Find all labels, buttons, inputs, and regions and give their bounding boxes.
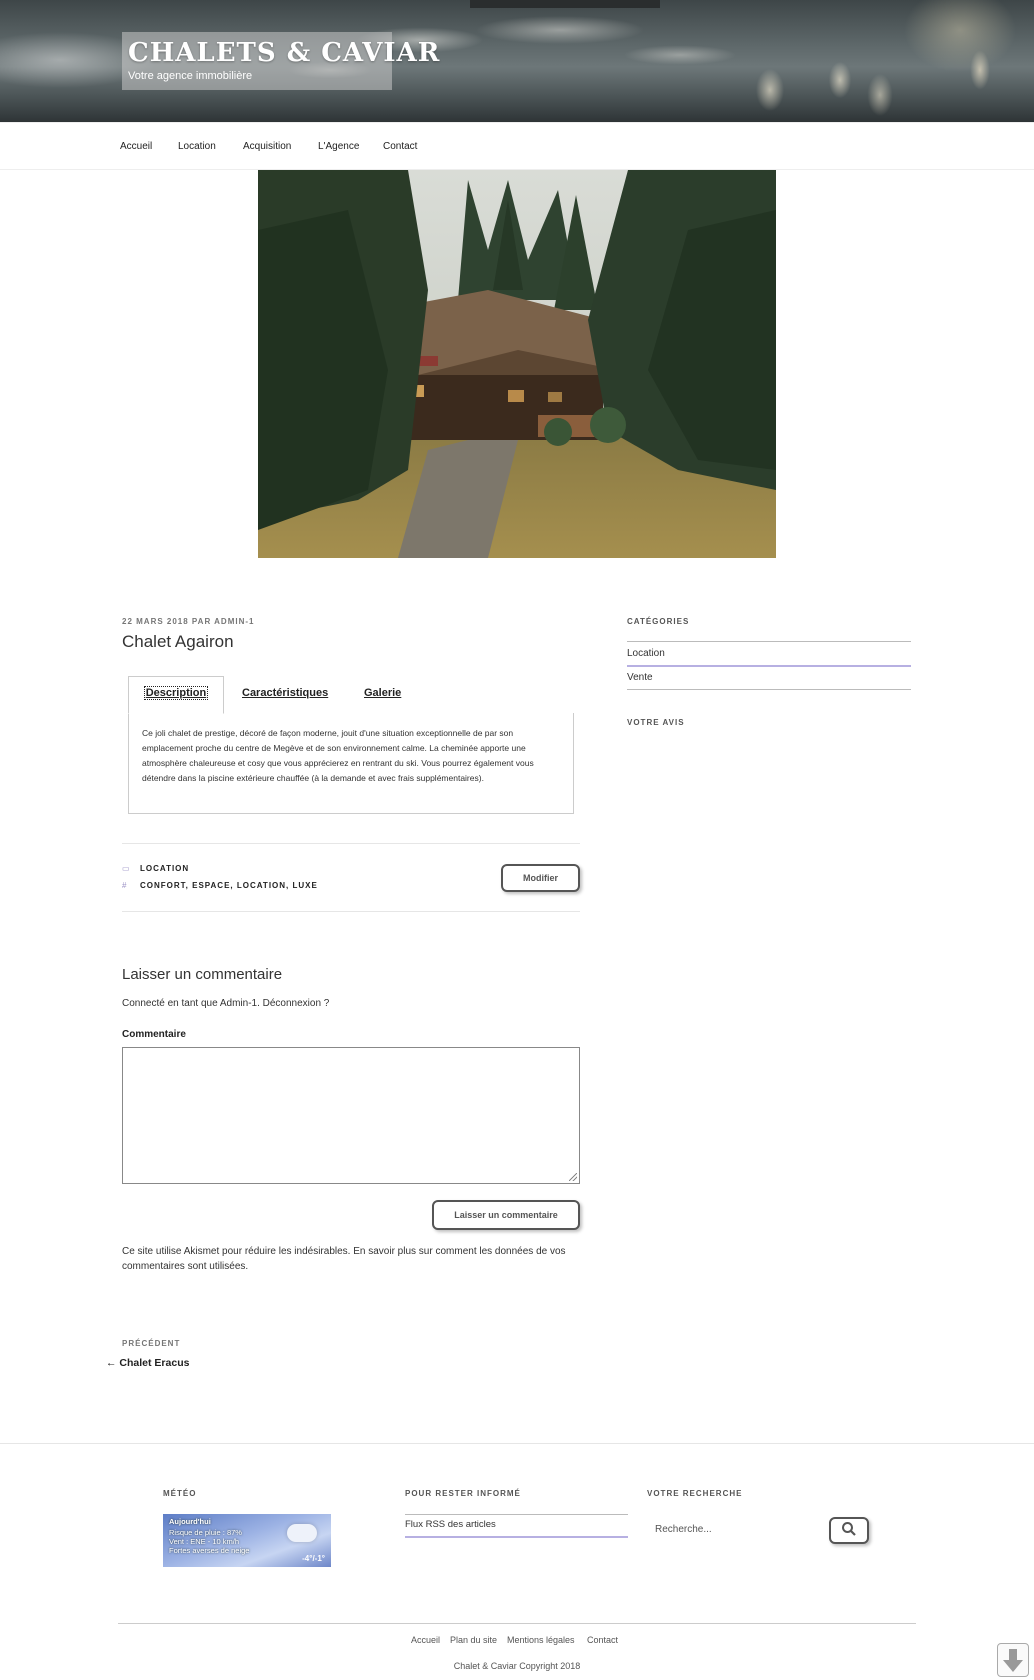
post-tags[interactable]: CONFORT, ESPACE, LOCATION, LUXE [140, 881, 318, 890]
hashtag-icon: # [122, 881, 127, 890]
tab-description[interactable]: Description [128, 676, 224, 714]
logged-in-as[interactable]: Connecté en tant que Admin-1. Déconnexio… [122, 998, 329, 1009]
divider [405, 1536, 628, 1538]
search-button[interactable] [829, 1517, 869, 1544]
weather-forecast: Fortes averses de neige [169, 1546, 250, 1555]
footer-link-accueil[interactable]: Accueil [411, 1635, 440, 1645]
submit-comment-button[interactable]: Laisser un commentaire [432, 1200, 580, 1230]
site-title[interactable]: CHALETS & CAVIAR [128, 38, 440, 68]
search-heading: VOTRE RECHERCHE [647, 1489, 743, 1498]
header-dock-shape [470, 0, 660, 8]
sidebar-categories-heading: CATÉGORIES [627, 617, 690, 626]
nav-item-agence[interactable]: L'Agence [318, 141, 359, 152]
footer-link-mentions[interactable]: Mentions légales [507, 1635, 575, 1645]
footer-divider [0, 1443, 1034, 1444]
previous-post-title: Chalet Eracus [119, 1357, 190, 1369]
tab-label: Description [143, 686, 209, 700]
meteo-heading: MÉTÉO [163, 1489, 197, 1498]
post-meta: 22 MARS 2018 PAR ADMIN-1 [122, 617, 255, 626]
weather-widget[interactable]: Aujourd'hui Risque de pluie : 87% Vent :… [163, 1514, 331, 1567]
divider [627, 689, 911, 690]
edit-button[interactable]: Modifier [501, 864, 580, 892]
weather-rain: Risque de pluie : 87% [169, 1528, 242, 1537]
arrow-left-icon: ← [106, 1357, 120, 1369]
comment-label: Commentaire [122, 1029, 186, 1040]
divider [122, 911, 580, 912]
arrow-down-icon [1003, 1649, 1023, 1672]
site-header: CHALETS & CAVIAR Votre agence immobilièr… [0, 0, 1034, 122]
footer-link-plan[interactable]: Plan du site [450, 1635, 497, 1645]
comment-textarea[interactable] [122, 1047, 580, 1184]
footer-divider [118, 1623, 916, 1624]
post-category-link[interactable]: LOCATION [140, 864, 189, 873]
scroll-down-button[interactable] [997, 1643, 1029, 1677]
previous-post-link[interactable]: ← Chalet Eracus [106, 1357, 189, 1369]
footer-link-contact[interactable]: Contact [587, 1635, 618, 1645]
informed-heading: POUR RESTER INFORMÉ [405, 1489, 521, 1498]
site-description: Votre agence immobilière [128, 70, 253, 82]
divider [405, 1514, 628, 1515]
comment-form-title: Laisser un commentaire [122, 966, 283, 983]
rss-feed-link[interactable]: Flux RSS des articles [405, 1519, 496, 1530]
sidebar-review-heading: VOTRE AVIS [627, 718, 685, 727]
tab-galerie[interactable]: Galerie [364, 676, 401, 714]
search-icon [842, 1522, 856, 1536]
cloud-icon [287, 1524, 317, 1542]
divider [122, 843, 580, 844]
nav-item-contact[interactable]: Contact [383, 141, 417, 152]
featured-image [258, 170, 776, 558]
search-input[interactable]: Recherche... [647, 1516, 817, 1544]
post-title: Chalet Agairon [122, 632, 234, 651]
weather-day: Aujourd'hui [169, 1517, 211, 1526]
folder-icon: ▭ [122, 864, 130, 873]
sidebar-category-vente[interactable]: Vente [627, 666, 911, 690]
akismet-notice: Ce site utilise Akismet pour réduire les… [122, 1246, 566, 1272]
previous-post-label: PRÉCÉDENT [122, 1339, 181, 1348]
nav-item-acquisition[interactable]: Acquisition [243, 141, 291, 152]
resize-grip-icon[interactable] [569, 1173, 577, 1181]
tab-caracteristiques[interactable]: Caractéristiques [242, 676, 328, 714]
weather-wind: Vent : ENE - 10 km/h [169, 1537, 240, 1546]
copyright: Chalet & Caviar Copyright 2018 [453, 1661, 581, 1671]
main-navigation: Accueil Location Acquisition L'Agence Co… [0, 122, 1034, 170]
nav-item-accueil[interactable]: Accueil [120, 141, 152, 152]
tab-description-text: Ce joli chalet de prestige, décoré de fa… [142, 728, 534, 783]
nav-item-location[interactable]: Location [178, 141, 216, 152]
weather-temperature: -4°/-1° [302, 1554, 325, 1563]
sidebar-category-location[interactable]: Location [627, 642, 911, 666]
